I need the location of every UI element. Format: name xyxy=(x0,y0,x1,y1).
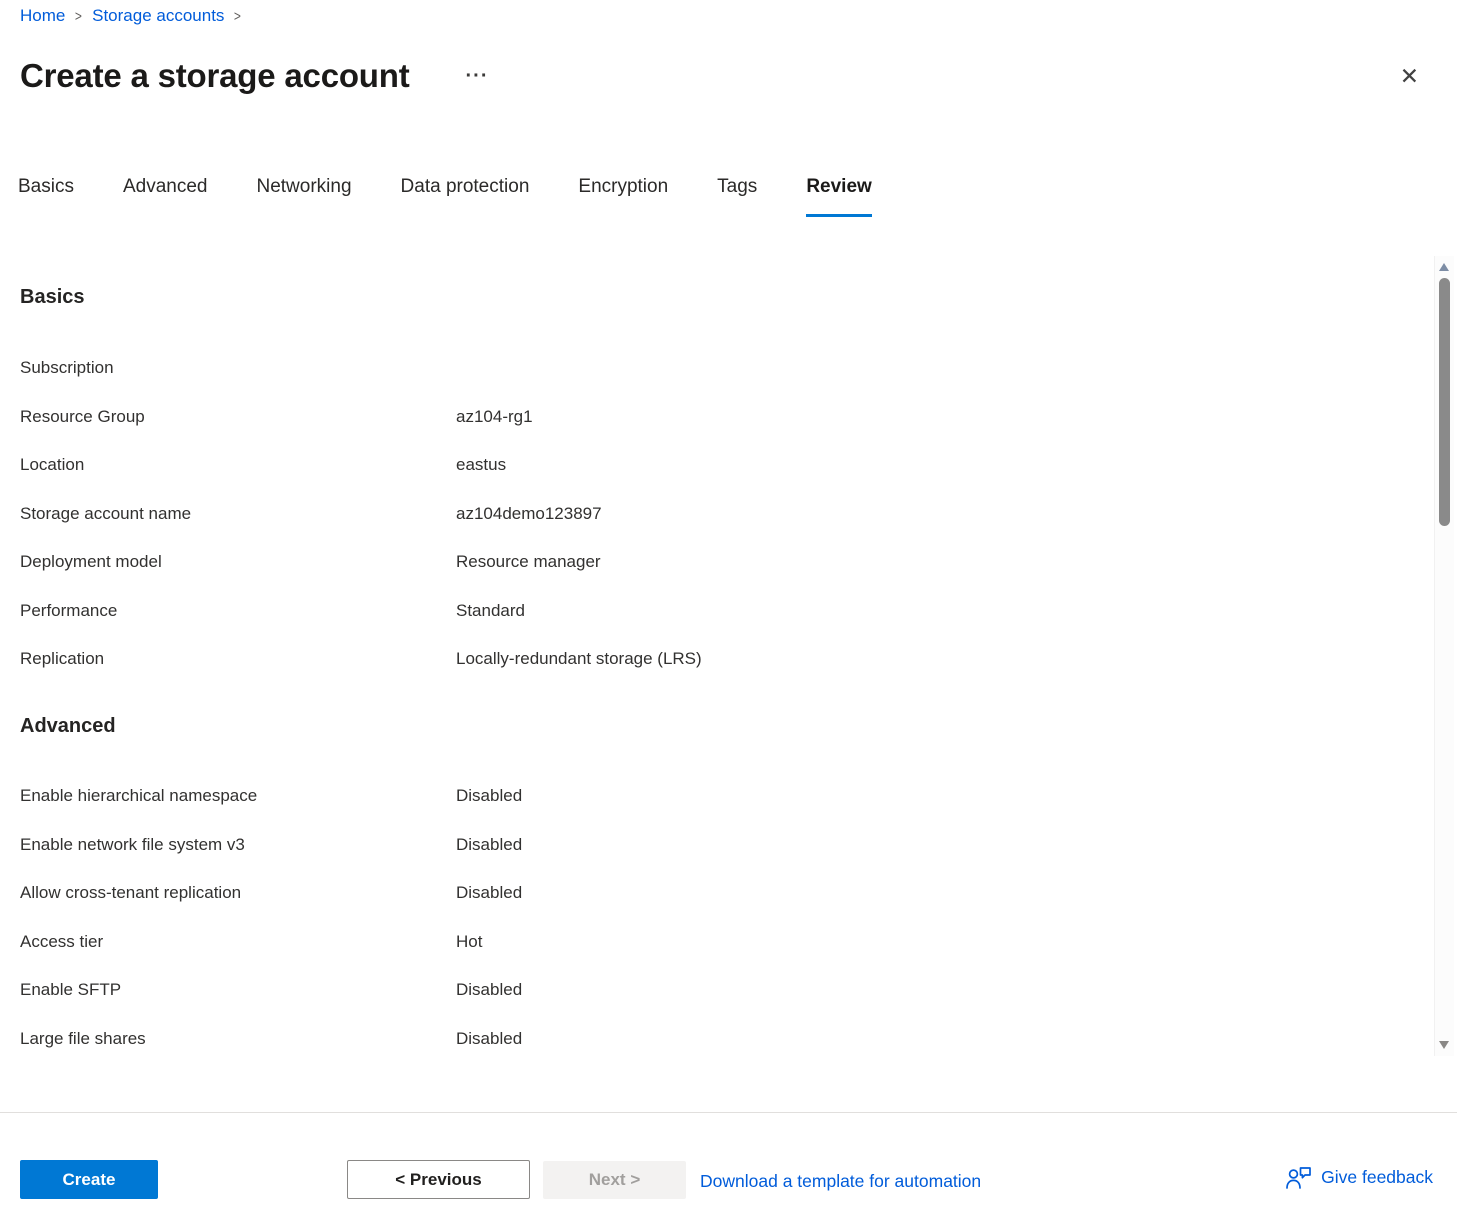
field-label: Resource Group xyxy=(20,407,456,427)
review-row-enable-sftp: Enable SFTP Disabled xyxy=(20,980,1387,1000)
review-row-cross-tenant-replication: Allow cross-tenant replication Disabled xyxy=(20,883,1387,903)
scroll-up-arrow-icon[interactable] xyxy=(1439,263,1449,271)
tab-networking[interactable]: Networking xyxy=(256,172,351,217)
tab-review[interactable]: Review xyxy=(806,172,871,217)
field-label: Large file shares xyxy=(20,1029,456,1049)
scrollbar-thumb[interactable] xyxy=(1439,278,1450,526)
field-value: Disabled xyxy=(456,835,1387,855)
scroll-down-arrow-icon[interactable] xyxy=(1439,1041,1449,1049)
field-value: Locally-redundant storage (LRS) xyxy=(456,649,1387,669)
give-feedback-label: Give feedback xyxy=(1321,1167,1433,1188)
chevron-right-icon: > xyxy=(75,8,82,25)
breadcrumb-storage-accounts-link[interactable]: Storage accounts xyxy=(92,6,224,26)
review-row-replication: Replication Locally-redundant storage (L… xyxy=(20,649,1387,669)
close-icon[interactable]: ✕ xyxy=(1396,61,1423,92)
field-value: Disabled xyxy=(456,883,1387,903)
field-label: Access tier xyxy=(20,932,456,952)
field-label: Deployment model xyxy=(20,552,456,572)
field-label: Location xyxy=(20,455,456,475)
page-title: Create a storage account xyxy=(20,57,410,95)
field-value: Standard xyxy=(456,601,1387,621)
tab-encryption[interactable]: Encryption xyxy=(578,172,668,217)
review-row-access-tier: Access tier Hot xyxy=(20,932,1387,952)
review-row-nfs-v3: Enable network file system v3 Disabled xyxy=(20,835,1387,855)
breadcrumb: Home > Storage accounts > xyxy=(20,6,242,26)
wizard-tabs: Basics Advanced Networking Data protecti… xyxy=(18,172,872,217)
tab-tags[interactable]: Tags xyxy=(717,172,757,217)
download-template-link[interactable]: Download a template for automation xyxy=(700,1171,981,1192)
field-label: Subscription xyxy=(20,358,456,378)
field-label: Enable hierarchical namespace xyxy=(20,786,456,806)
review-row-resource-group: Resource Group az104-rg1 xyxy=(20,407,1387,427)
feedback-person-icon xyxy=(1285,1166,1312,1189)
review-row-performance: Performance Standard xyxy=(20,601,1387,621)
review-row-location: Location eastus xyxy=(20,455,1387,475)
field-value: Disabled xyxy=(456,1029,1387,1049)
tab-data-protection[interactable]: Data protection xyxy=(401,172,530,217)
review-row-subscription: Subscription xyxy=(20,358,1387,378)
section-heading-basics: Basics xyxy=(20,286,85,309)
more-options-icon[interactable]: ··· xyxy=(460,64,495,88)
field-label: Storage account name xyxy=(20,504,456,524)
field-value: az104-rg1 xyxy=(456,407,1387,427)
tab-advanced[interactable]: Advanced xyxy=(123,172,208,217)
create-button[interactable]: Create xyxy=(20,1160,158,1199)
field-value: az104demo123897 xyxy=(456,504,1387,524)
page-header: Create a storage account ··· ✕ xyxy=(20,48,1437,104)
review-row-large-file-shares: Large file shares Disabled xyxy=(20,1029,1387,1049)
give-feedback-button[interactable]: Give feedback xyxy=(1285,1166,1433,1189)
field-value: Hot xyxy=(456,932,1387,952)
tab-basics[interactable]: Basics xyxy=(18,172,74,217)
review-row-deployment-model: Deployment model Resource manager xyxy=(20,552,1387,572)
review-row-hierarchical-namespace: Enable hierarchical namespace Disabled xyxy=(20,786,1387,806)
field-value: Resource manager xyxy=(456,552,1387,572)
next-button[interactable]: Next > xyxy=(543,1161,686,1199)
field-value: eastus xyxy=(456,455,1387,475)
chevron-right-icon: > xyxy=(234,8,241,25)
breadcrumb-home-link[interactable]: Home xyxy=(20,6,65,26)
field-label: Performance xyxy=(20,601,456,621)
field-label: Enable SFTP xyxy=(20,980,456,1000)
field-label: Enable network file system v3 xyxy=(20,835,456,855)
review-row-storage-account-name: Storage account name az104demo123897 xyxy=(20,504,1387,524)
field-value: Disabled xyxy=(456,980,1387,1000)
field-label: Replication xyxy=(20,649,456,669)
previous-button[interactable]: < Previous xyxy=(347,1160,530,1199)
scrollbar[interactable] xyxy=(1434,256,1454,1056)
field-value: Disabled xyxy=(456,786,1387,806)
footer-divider xyxy=(0,1112,1457,1113)
field-label: Allow cross-tenant replication xyxy=(20,883,456,903)
section-heading-advanced: Advanced xyxy=(20,715,116,738)
field-value xyxy=(456,358,1387,378)
